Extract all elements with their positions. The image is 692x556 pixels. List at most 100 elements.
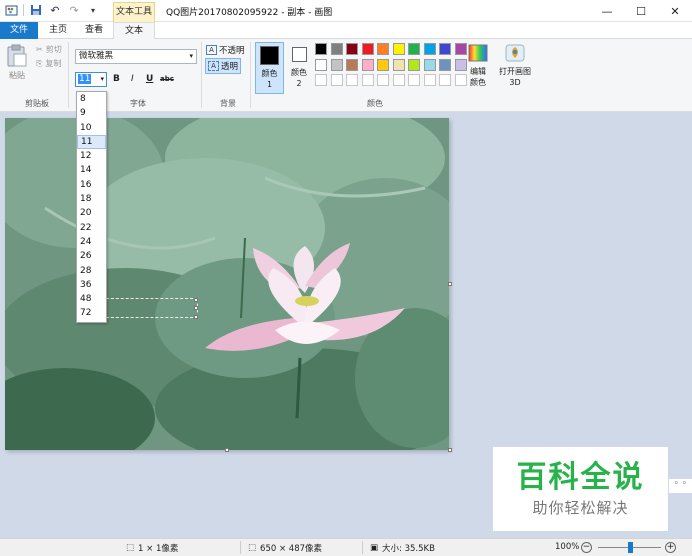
palette-swatch[interactable]: [377, 58, 389, 71]
color1-button[interactable]: 颜色 1: [255, 42, 284, 94]
font-size-option[interactable]: 11: [77, 134, 106, 150]
quick-access-toolbar: ↶ ↷ ▾: [4, 3, 100, 17]
resize-handle[interactable]: [448, 448, 452, 452]
zoom-out-button[interactable]: −: [581, 542, 592, 553]
italic-button[interactable]: I: [131, 74, 134, 84]
palette-swatch[interactable]: [454, 43, 467, 55]
custom-color-slot[interactable]: [361, 74, 374, 86]
copy-button[interactable]: ⎘ 复制: [36, 58, 61, 69]
tab-file[interactable]: 文件: [0, 22, 38, 39]
palette-swatch[interactable]: [423, 58, 436, 71]
font-size-option[interactable]: 26: [77, 249, 106, 263]
font-size-option[interactable]: 36: [77, 278, 106, 292]
palette-swatch[interactable]: [423, 43, 436, 55]
minimize-button[interactable]: —: [590, 0, 624, 22]
transparent-label: 透明: [221, 62, 239, 72]
custom-color-slot[interactable]: [439, 74, 451, 86]
palette-swatch[interactable]: [361, 58, 374, 71]
font-size-option[interactable]: 16: [77, 178, 106, 192]
text-box-handle[interactable]: [194, 298, 198, 302]
font-size-option[interactable]: 14: [77, 163, 106, 177]
paste-button[interactable]: 粘贴: [4, 43, 30, 83]
disk-icon: ▣: [370, 543, 379, 553]
color2-label: 颜色 2: [291, 68, 307, 88]
custom-color-slot[interactable]: [408, 74, 420, 86]
undo-icon[interactable]: ↶: [48, 3, 62, 17]
tab-view[interactable]: 查看: [76, 22, 112, 39]
palette-swatch[interactable]: [408, 58, 420, 71]
custom-color-slot[interactable]: [330, 74, 343, 86]
font-family-select[interactable]: 微软雅黑 ▾: [75, 49, 197, 64]
transparent-option[interactable]: A 透明: [205, 58, 242, 74]
custom-color-slot[interactable]: [377, 74, 389, 86]
palette-swatch[interactable]: [330, 43, 343, 55]
maximize-button[interactable]: ☐: [624, 0, 658, 22]
palette-swatch[interactable]: [454, 58, 467, 71]
chevron-down-icon: ▾: [100, 75, 104, 83]
zoom-slider-thumb[interactable]: [628, 542, 633, 553]
palette-swatch[interactable]: [392, 43, 405, 55]
paint3d-button[interactable]: 打开画图 3D: [498, 44, 532, 96]
redo-icon[interactable]: ↷: [67, 3, 81, 17]
file-size-status: ▣ 大小: 35.5KB: [370, 542, 435, 554]
separator: [68, 42, 69, 108]
text-box-handle[interactable]: [194, 306, 198, 310]
palette-swatch[interactable]: [361, 43, 374, 55]
font-size-option[interactable]: 18: [77, 192, 106, 206]
save-icon[interactable]: [29, 3, 43, 17]
font-family-value: 微软雅黑: [79, 51, 114, 61]
bold-button[interactable]: B: [113, 74, 120, 84]
edit-colors-button[interactable]: 编辑颜色: [466, 44, 490, 96]
strikethrough-button[interactable]: abc: [160, 75, 174, 83]
custom-color-slot[interactable]: [315, 74, 327, 86]
palette-swatch[interactable]: [439, 58, 451, 71]
lotus-photo: [0, 98, 475, 468]
zoom-in-button[interactable]: +: [665, 542, 676, 553]
custom-color-slot[interactable]: [423, 74, 436, 86]
cut-button[interactable]: ✂ 剪切: [36, 44, 62, 55]
color2-button[interactable]: 颜色 2: [287, 42, 311, 94]
font-size-option[interactable]: 72: [77, 306, 106, 320]
palette-swatch[interactable]: [330, 58, 343, 71]
paste-label: 粘贴: [9, 71, 25, 80]
tab-home[interactable]: 主页: [40, 22, 76, 39]
image-canvas[interactable]: [0, 98, 475, 468]
scissors-icon: ✂: [36, 45, 43, 54]
font-size-option[interactable]: 22: [77, 221, 106, 235]
paint3d-icon: [505, 44, 525, 62]
font-size-select[interactable]: 11 ▾: [75, 72, 107, 87]
font-size-option[interactable]: 24: [77, 235, 106, 249]
palette-swatch[interactable]: [346, 43, 358, 55]
tab-text[interactable]: 文本: [113, 22, 155, 40]
edit-colors-label: 编辑颜色: [470, 67, 486, 87]
font-size-option[interactable]: 12: [77, 149, 106, 163]
watermark-subtitle: 助你轻松解决: [532, 499, 629, 517]
palette-swatch[interactable]: [392, 58, 405, 71]
custom-color-slot[interactable]: [392, 74, 405, 86]
palette-swatch[interactable]: [439, 43, 451, 55]
palette-swatch[interactable]: [377, 43, 389, 55]
close-button[interactable]: ✕: [658, 0, 692, 22]
palette-swatch[interactable]: [315, 43, 327, 55]
image-size-text: 650 × 487像素: [260, 544, 323, 554]
font-size-option[interactable]: 9: [77, 106, 106, 120]
customize-qat-icon[interactable]: ▾: [86, 3, 100, 17]
custom-color-slot[interactable]: [346, 74, 358, 86]
font-size-option[interactable]: 28: [77, 264, 106, 278]
palette-swatch[interactable]: [315, 58, 327, 71]
text-box-selection[interactable]: [96, 298, 198, 318]
palette-swatch[interactable]: [346, 58, 358, 71]
custom-color-slot[interactable]: [454, 74, 467, 86]
font-size-option[interactable]: 10: [77, 121, 106, 135]
font-size-option[interactable]: 20: [77, 206, 106, 220]
font-size-option[interactable]: 48: [77, 292, 106, 306]
resize-handle[interactable]: [225, 448, 229, 452]
zoom-level: 100%: [555, 542, 580, 552]
palette-swatch[interactable]: [408, 43, 420, 55]
underline-button[interactable]: U: [146, 74, 153, 84]
resize-handle[interactable]: [448, 282, 452, 286]
color1-label: 颜色 1: [261, 69, 278, 89]
opaque-option[interactable]: A 不透明: [206, 44, 245, 56]
text-box-handle[interactable]: [194, 315, 198, 319]
font-size-option[interactable]: 8: [77, 92, 106, 106]
